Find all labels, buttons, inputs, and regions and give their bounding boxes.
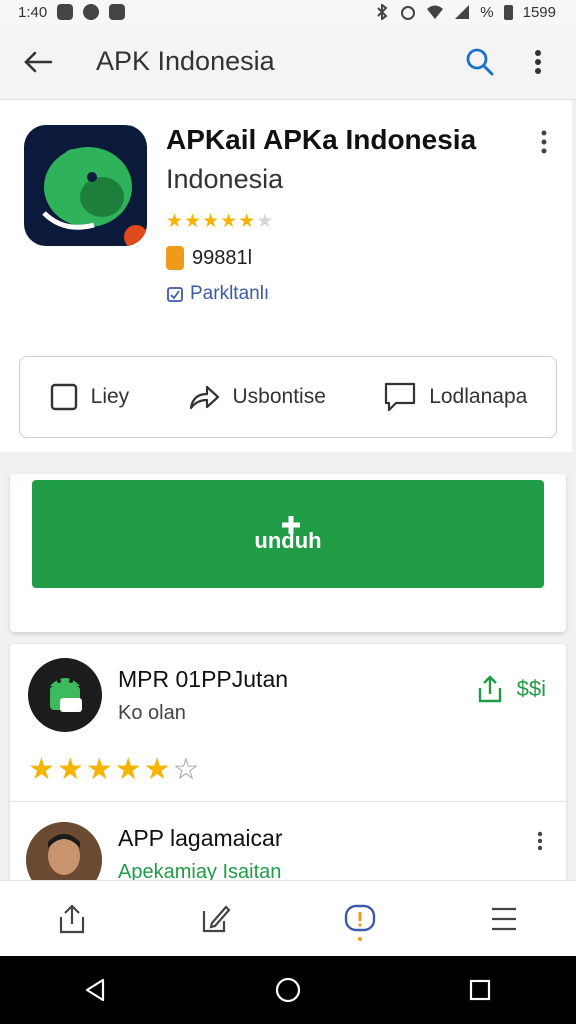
action-comment[interactable]: Lodlanapa (383, 381, 527, 413)
alarm-icon (401, 6, 416, 20)
back-button[interactable] (18, 42, 58, 82)
list-item-share-button[interactable]: $$i (475, 674, 546, 704)
list-item-title: MPR 01PPJutan (118, 666, 289, 692)
app-title: APKail APKa Indonesia (166, 124, 477, 155)
list-item-title: APP lagamaicar (118, 825, 283, 851)
wifi-icon (427, 5, 444, 19)
install-card: unduh (10, 474, 566, 632)
downloads-info: 99881l (166, 246, 252, 270)
status-bar: 1:40 % 1599 (0, 0, 576, 24)
plus-icon (282, 516, 300, 534)
star-icon: ★ (220, 211, 238, 232)
list-item-stars: ★ ★ ★ ★ ★ ☆ (28, 752, 199, 787)
menu-icon (492, 907, 516, 930)
signal-icon (455, 5, 470, 19)
star-icon: ★ (56, 753, 84, 786)
star-outline-icon: ☆ (172, 753, 200, 786)
comment-icon (385, 382, 416, 412)
back-triangle-icon (85, 978, 105, 1002)
star-icon: ★ (166, 211, 184, 232)
share-arrow-icon (189, 385, 219, 410)
nav-indicator-dot (358, 936, 362, 941)
search-button[interactable] (460, 42, 500, 82)
notification-icon (57, 4, 74, 20)
system-navigation-bar (0, 956, 576, 1024)
list-item-menu-button[interactable] (530, 827, 550, 855)
star-icon: ★ (28, 753, 55, 786)
nav-menu-button[interactable] (478, 893, 530, 945)
action-share[interactable]: Usbontise (187, 382, 326, 412)
app-bar: APK Indonesia (0, 24, 576, 100)
category-link[interactable]: Parkltanlı (166, 283, 269, 305)
app-card-menu-button[interactable] (532, 126, 556, 158)
status-right: % 1599 (374, 4, 556, 21)
category-icon (167, 287, 183, 302)
battery-icon (503, 4, 513, 20)
app-subtitle: Indonesia (166, 164, 284, 194)
android-robot-icon (50, 678, 82, 712)
share-icon (59, 903, 85, 933)
battery-level: 1599 (522, 3, 556, 21)
edit-icon (202, 904, 231, 932)
system-back-button[interactable] (72, 966, 120, 1014)
alert-icon (344, 904, 376, 931)
star-icon: ★ (184, 211, 202, 232)
nav-share-button[interactable] (46, 893, 98, 945)
avatar (28, 658, 102, 732)
youtube-icon (83, 4, 100, 20)
recents-square-icon (469, 979, 491, 1001)
star-icon: ★ (85, 753, 113, 786)
back-arrow-icon (24, 51, 53, 72)
share-up-icon (478, 675, 501, 703)
list-item[interactable]: MPR 01PPJutan Ko olan $$i ★ ★ ★ ★ ★ ☆ (10, 644, 566, 802)
checkbox-icon (50, 383, 77, 411)
action-label: Usbontise (232, 385, 326, 408)
search-icon (466, 48, 494, 75)
star-empty-icon: ★ (256, 211, 274, 232)
status-left: 1:40 (18, 3, 126, 21)
home-circle-icon (275, 977, 301, 1003)
system-recents-button[interactable] (456, 966, 504, 1014)
status-time: 1:40 (18, 3, 48, 21)
bluetooth-icon (377, 4, 388, 20)
nav-alert-button[interactable] (334, 893, 386, 945)
action-wishlist[interactable]: Liey (49, 382, 130, 412)
message-icon (109, 4, 126, 20)
star-icon: ★ (238, 211, 256, 232)
app-icon[interactable] (24, 125, 147, 246)
list-item[interactable]: APP lagamaicar Apekamiay Isaitan (10, 803, 566, 898)
android-logo-icon (42, 147, 147, 246)
action-label: Liey (90, 385, 130, 408)
downloads-count: 99881l (192, 246, 253, 269)
overflow-menu-button[interactable] (518, 42, 558, 82)
related-list: MPR 01PPJutan Ko olan $$i ★ ★ ★ ★ ★ ☆ AP… (10, 644, 566, 898)
star-icon: ★ (202, 211, 220, 232)
more-vert-icon (541, 130, 547, 154)
share-label: $$i (516, 676, 546, 701)
screen: 1:40 % 1599 APK Indonesia APKail APKa In… (0, 0, 576, 1024)
app-info-card: APKail APKa Indonesia Indonesia ★ ★ ★ ★ … (0, 100, 572, 452)
app-rating-stars: ★ ★ ★ ★ ★ ★ (166, 210, 273, 233)
category-label: Parkltanlı (190, 283, 270, 304)
system-home-button[interactable] (264, 966, 312, 1014)
action-bar: Liey Usbontise Lodlanapa (19, 356, 557, 438)
star-icon: ★ (114, 753, 142, 786)
downloads-badge-icon (166, 246, 184, 270)
nav-edit-button[interactable] (190, 893, 242, 945)
install-button[interactable]: unduh (32, 480, 544, 588)
action-label: Lodlanapa (429, 385, 528, 408)
star-icon: ★ (143, 753, 171, 786)
more-vert-icon (537, 831, 543, 851)
more-vert-icon (535, 49, 541, 74)
bottom-navigation (0, 880, 576, 956)
list-item-subtitle: Ko olan (118, 702, 186, 724)
app-bar-title: APK Indonesia (96, 46, 275, 76)
percent-icon: % (480, 3, 494, 21)
